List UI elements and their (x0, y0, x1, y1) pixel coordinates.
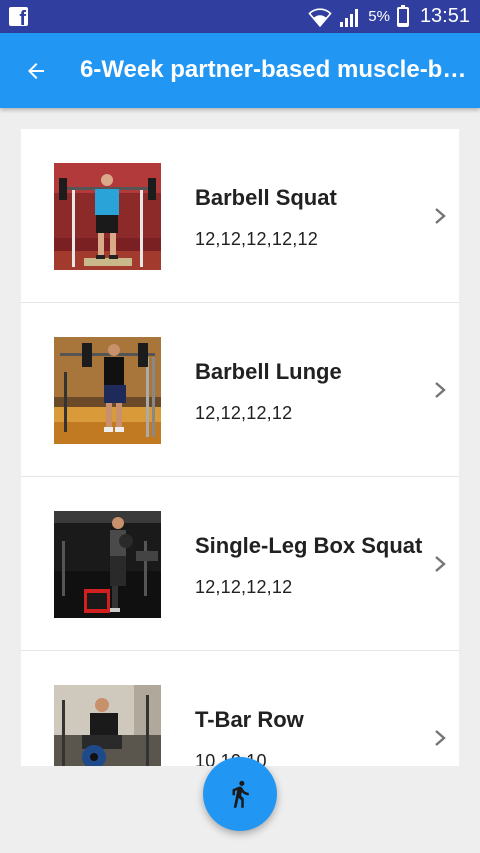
exercise-name: Single-Leg Box Squat (195, 533, 423, 558)
chevron-right-icon (435, 730, 446, 746)
run-icon (232, 780, 249, 808)
chevron-right-icon (435, 208, 446, 224)
chevron-right-icon (435, 556, 446, 572)
list-item[interactable]: Single-Leg Box Squat 12,12,12,12 (21, 477, 459, 651)
arrow-back-icon (28, 63, 44, 79)
exercise-name: T-Bar Row (195, 707, 304, 732)
wifi-icon (308, 7, 332, 27)
start-workout-fab[interactable] (203, 757, 277, 831)
exercise-name: Barbell Squat (195, 185, 337, 210)
back-button[interactable] (16, 51, 56, 91)
exercise-thumbnail (54, 337, 161, 444)
exercise-thumbnail (54, 685, 161, 766)
status-bar: f 5% 13:51 (0, 0, 480, 33)
status-indicators: 5% 13:51 (308, 0, 470, 33)
chevron-right-icon (435, 382, 446, 398)
app-bar: 6-Week partner-based muscle-building wor… (0, 33, 480, 108)
exercise-thumbnail (54, 163, 161, 270)
exercise-reps: 12,12,12,12 (195, 577, 293, 597)
list-item[interactable]: Barbell Squat 12,12,12,12,12 (21, 129, 459, 303)
battery-percent: 5% (368, 8, 390, 25)
signal-icon (340, 8, 359, 27)
exercise-reps: 12,12,12,12 (195, 403, 293, 423)
exercise-thumbnail (54, 511, 161, 618)
clock: 13:51 (419, 5, 470, 27)
battery-icon (396, 4, 409, 27)
exercise-name: Barbell Lunge (195, 359, 342, 384)
facebook-icon: f (9, 7, 28, 26)
page-title: 6-Week partner-based muscle-building wor… (80, 56, 470, 83)
list-item[interactable]: T-Bar Row 10,10,10 (21, 651, 459, 766)
exercise-reps: 12,12,12,12,12 (195, 229, 318, 249)
list-item[interactable]: Barbell Lunge 12,12,12,12 (21, 303, 459, 477)
exercise-list: Barbell Squat 12,12,12,12,12 Barbell Lun… (21, 129, 459, 766)
